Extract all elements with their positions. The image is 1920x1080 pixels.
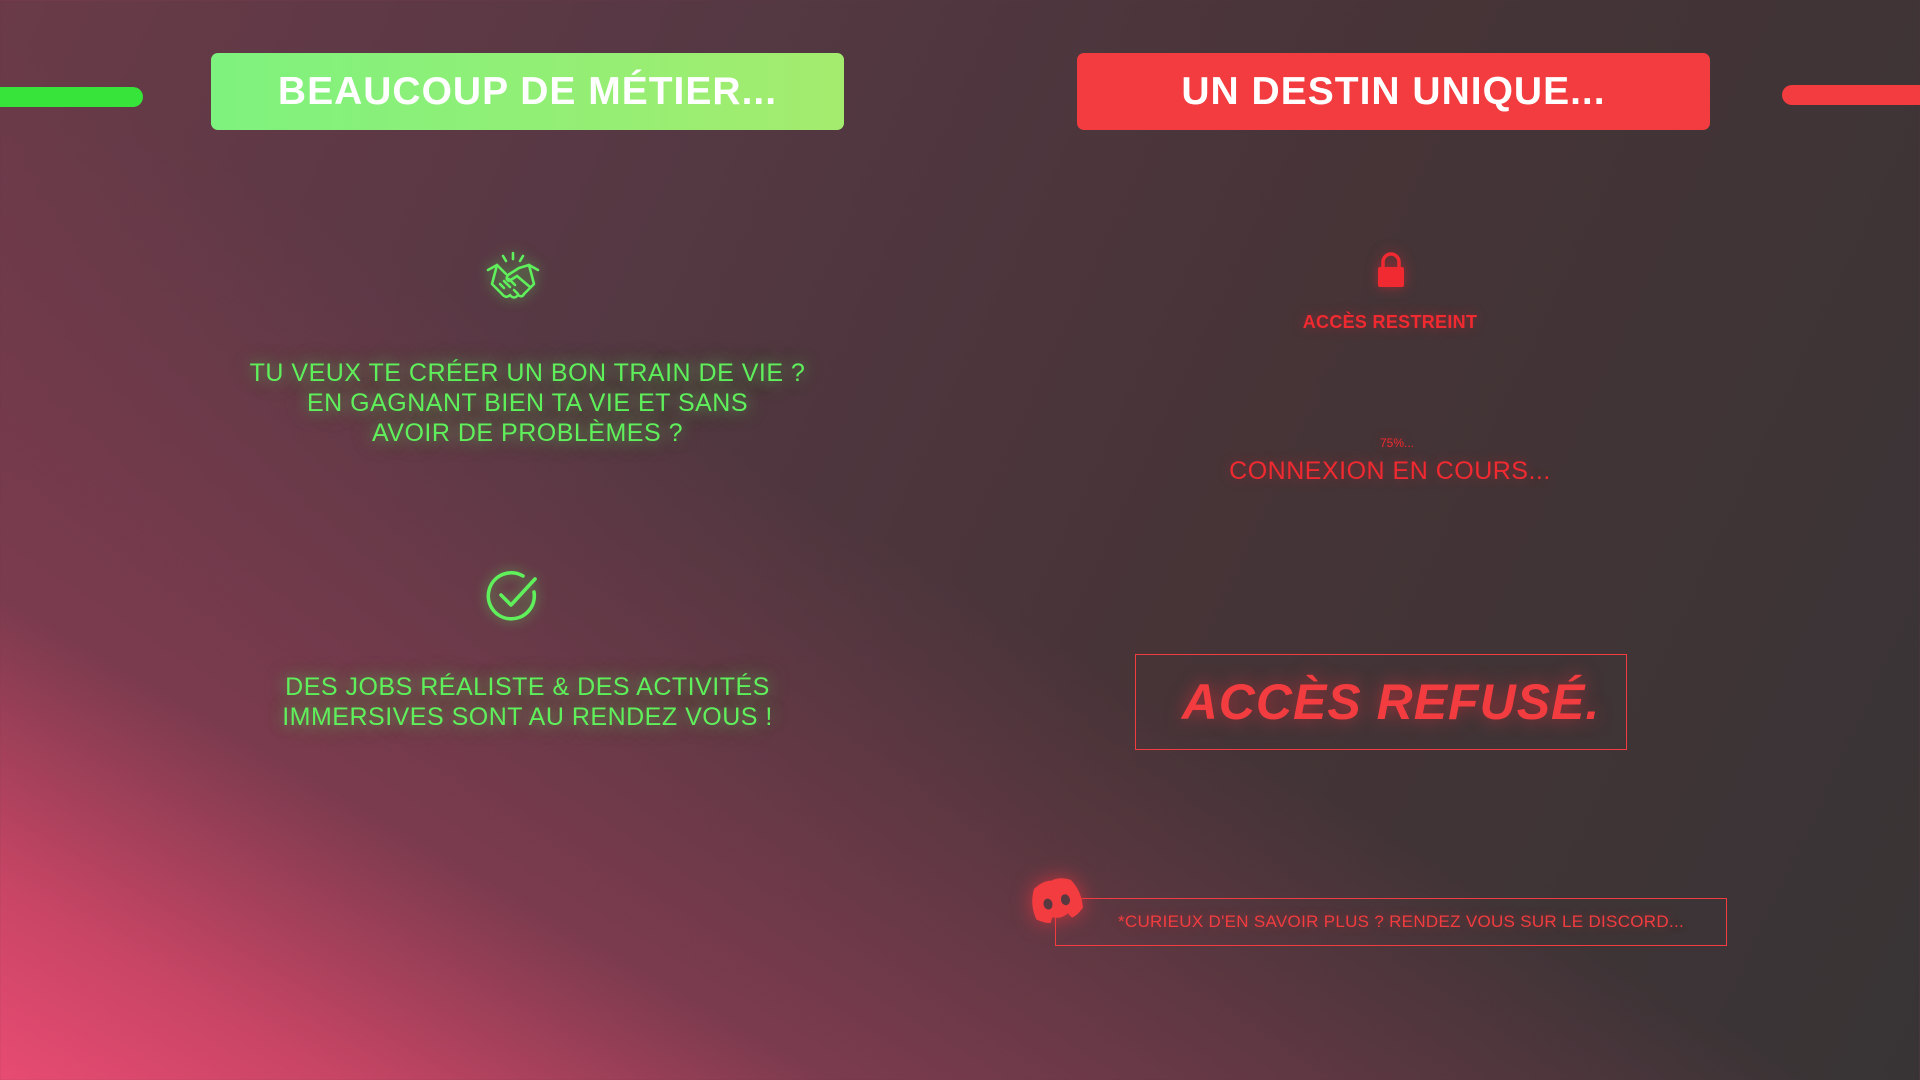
red-accent-bar [1782,85,1920,105]
access-denied-label: ACCÈS REFUSÉ. [1181,674,1601,730]
jobs-banner: BEAUCOUP DE MÉTIER... [211,53,844,130]
connecting-status: CONNEXION EN COURS... [1229,457,1551,485]
check-circle-icon [485,568,541,624]
discord-hint-box[interactable]: *CURIEUX D'EN SAVOIR PLUS ? RENDEZ VOUS … [1055,898,1727,946]
handshake-icon [484,250,542,302]
progress-percent: 75%... [1379,436,1415,450]
jobs-description-text: TU VEUX TE CRÉER UN BON TRAIN DE VIE ? E… [249,359,806,447]
jobs-banner-title: BEAUCOUP DE MÉTIER... [277,69,778,113]
destiny-banner: UN DESTIN UNIQUE... [1077,53,1710,130]
discord-icon[interactable] [1025,870,1087,928]
access-restricted-label: ACCÈS RESTREINT [1302,312,1478,332]
lock-icon [1376,251,1406,289]
destiny-banner-title: UN DESTIN UNIQUE... [1181,69,1606,113]
discord-hint-text: *CURIEUX D'EN SAVOIR PLUS ? RENDEZ VOUS … [1117,912,1685,931]
green-accent-bar [0,87,143,107]
activities-description-text: DES JOBS RÉALISTE & DES ACTIVITÉS IMMERS… [282,673,773,731]
activities-description: DES JOBS RÉALISTE & DES ACTIVITÉS IMMERS… [215,672,840,732]
access-denied-box: ACCÈS REFUSÉ. [1135,654,1627,750]
jobs-description: TU VEUX TE CRÉER UN BON TRAIN DE VIE ? E… [215,358,840,448]
